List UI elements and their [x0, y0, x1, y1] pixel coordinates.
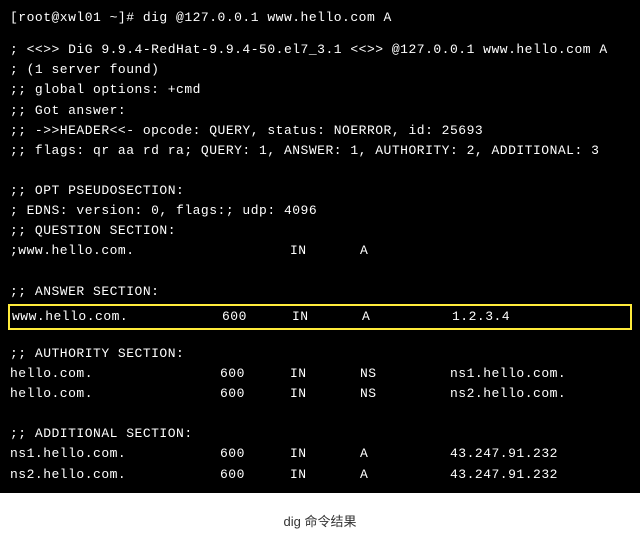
question-class: IN — [290, 241, 360, 261]
global-options-line: ;; global options: +cmd — [10, 80, 630, 100]
authority-name: hello.com. — [10, 384, 220, 404]
additional-row: ns2.hello.com. 600 IN A 43.247.91.232 — [10, 465, 630, 485]
answer-data: 1.2.3.4 — [452, 307, 630, 327]
opt-pseudosection-label: ;; OPT PSEUDOSECTION: — [10, 181, 630, 201]
edns-line: ; EDNS: version: 0, flags:; udp: 4096 — [10, 201, 630, 221]
question-row: ;www.hello.com. IN A — [10, 241, 630, 261]
additional-name: ns1.hello.com. — [10, 444, 220, 464]
additional-type: A — [360, 444, 450, 464]
authority-class: IN — [290, 364, 360, 384]
header-block: ; <<>> DiG 9.9.4-RedHat-9.9.4-50.el7_3.1… — [10, 40, 630, 161]
terminal-output: [root@xwl01 ~]# dig @127.0.0.1 www.hello… — [0, 0, 640, 493]
answer-row: www.hello.com. 600 IN A 1.2.3.4 — [10, 307, 630, 327]
authority-data: ns2.hello.com. — [450, 384, 630, 404]
question-section-label: ;; QUESTION SECTION: — [10, 221, 630, 241]
additional-name: ns2.hello.com. — [10, 465, 220, 485]
answer-ttl: 600 — [222, 307, 292, 327]
additional-ttl: 600 — [220, 465, 290, 485]
got-answer-line: ;; Got answer: — [10, 101, 630, 121]
authority-class: IN — [290, 384, 360, 404]
authority-section-label: ;; AUTHORITY SECTION: — [10, 344, 630, 364]
authority-row: hello.com. 600 IN NS ns2.hello.com. — [10, 384, 630, 404]
authority-ttl: 600 — [220, 364, 290, 384]
question-type: A — [360, 241, 450, 261]
authority-row: hello.com. 600 IN NS ns1.hello.com. — [10, 364, 630, 384]
additional-type: A — [360, 465, 450, 485]
answer-class: IN — [292, 307, 362, 327]
answer-highlight-box: www.hello.com. 600 IN A 1.2.3.4 — [8, 304, 632, 330]
authority-type: NS — [360, 364, 450, 384]
authority-name: hello.com. — [10, 364, 220, 384]
additional-ttl: 600 — [220, 444, 290, 464]
server-found-line: ; (1 server found) — [10, 60, 630, 80]
command-prompt: [root@xwl01 ~]# dig @127.0.0.1 www.hello… — [10, 8, 630, 28]
additional-data: 43.247.91.232 — [450, 465, 630, 485]
header-opcode-line: ;; ->>HEADER<<- opcode: QUERY, status: N… — [10, 121, 630, 141]
answer-type: A — [362, 307, 452, 327]
additional-data: 43.247.91.232 — [450, 444, 630, 464]
authority-ttl: 600 — [220, 384, 290, 404]
additional-section-label: ;; ADDITIONAL SECTION: — [10, 424, 630, 444]
authority-type: NS — [360, 384, 450, 404]
image-caption: dig 命令结果 — [0, 493, 640, 542]
question-name: ;www.hello.com. — [10, 241, 290, 261]
additional-class: IN — [290, 444, 360, 464]
dig-version-line: ; <<>> DiG 9.9.4-RedHat-9.9.4-50.el7_3.1… — [10, 40, 630, 60]
additional-row: ns1.hello.com. 600 IN A 43.247.91.232 — [10, 444, 630, 464]
answer-section-label: ;; ANSWER SECTION: — [10, 282, 630, 302]
additional-class: IN — [290, 465, 360, 485]
flags-line: ;; flags: qr aa rd ra; QUERY: 1, ANSWER:… — [10, 141, 630, 161]
authority-data: ns1.hello.com. — [450, 364, 630, 384]
answer-name: www.hello.com. — [12, 307, 222, 327]
